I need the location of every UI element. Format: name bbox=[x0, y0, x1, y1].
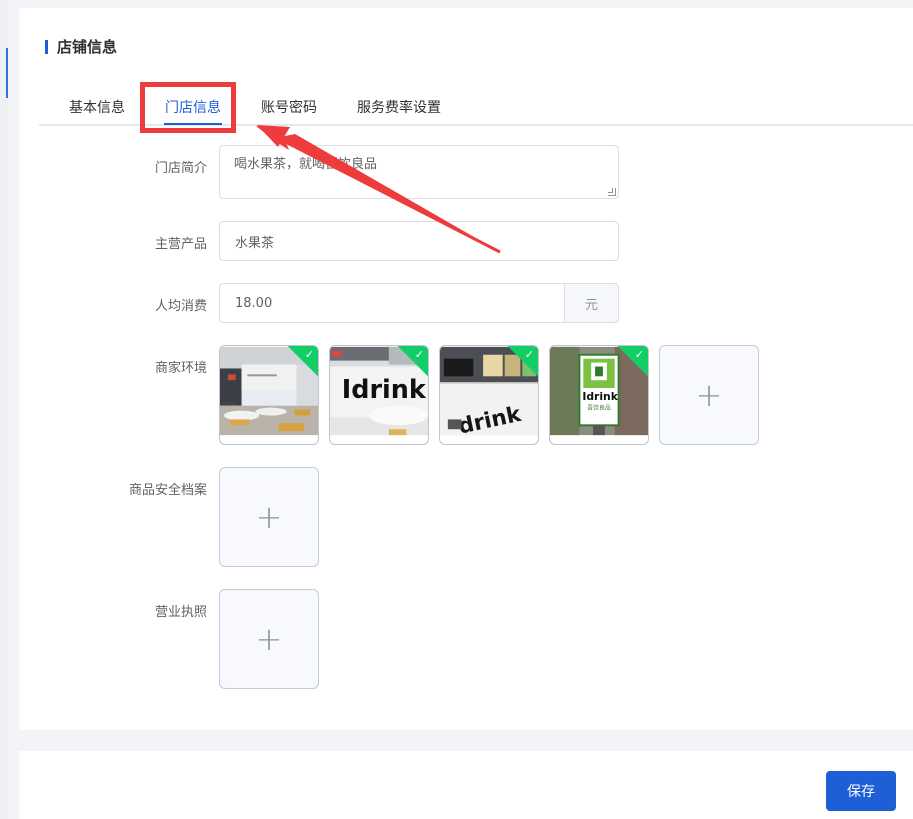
image-caption-3: Idrink bbox=[582, 390, 618, 403]
save-button[interactable]: 保存 bbox=[826, 771, 896, 811]
business-license-upload-button[interactable]: + bbox=[219, 589, 319, 689]
resize-grip-icon[interactable] bbox=[608, 188, 616, 196]
intro-textarea[interactable]: 喝水果茶，就喝吾饮良品 bbox=[219, 145, 619, 199]
section-title: 店铺信息 bbox=[45, 36, 117, 57]
footer-bar: 保存 bbox=[19, 751, 913, 819]
environment-label: 商家环境 bbox=[154, 361, 207, 376]
check-icon: ✓ bbox=[524, 348, 534, 361]
section-title-text: 店铺信息 bbox=[57, 38, 118, 56]
title-accent-bar bbox=[45, 39, 48, 54]
check-icon: ✓ bbox=[414, 348, 424, 361]
avg-spend-input-group: 18.00 元 bbox=[219, 283, 619, 323]
check-icon: ✓ bbox=[634, 348, 644, 361]
environment-photo-2[interactable]: Idrink ✓ bbox=[329, 345, 429, 445]
tab-service-fee-settings[interactable]: 服务费率设置 bbox=[357, 97, 441, 117]
tab-account-password[interactable]: 账号密码 bbox=[261, 97, 317, 117]
plus-icon: + bbox=[255, 498, 283, 536]
plus-icon: + bbox=[255, 620, 283, 658]
product-label: 主营产品 bbox=[154, 237, 207, 252]
left-rail bbox=[0, 0, 8, 819]
image-caption-1: Idrink bbox=[342, 375, 427, 405]
product-value: 水果茶 bbox=[235, 235, 275, 251]
avg-spend-value: 18.00 bbox=[235, 295, 273, 311]
product-input[interactable]: 水果茶 bbox=[219, 221, 619, 261]
business-license-label: 营业执照 bbox=[154, 605, 207, 620]
image-caption-4: 吾饮良品 bbox=[587, 404, 611, 412]
check-icon: ✓ bbox=[304, 348, 314, 361]
environment-upload-button[interactable]: + bbox=[659, 345, 759, 445]
plus-icon: + bbox=[695, 376, 723, 414]
safety-record-label: 商品安全档案 bbox=[128, 483, 207, 498]
currency-unit: 元 bbox=[564, 283, 619, 323]
environment-photo-3[interactable]: drink ✓ bbox=[439, 345, 539, 445]
intro-value: 喝水果茶，就喝吾饮良品 bbox=[234, 157, 378, 172]
environment-photo-1[interactable]: ✓ bbox=[219, 345, 319, 445]
safety-record-upload-button[interactable]: + bbox=[219, 467, 319, 567]
tab-basic-info[interactable]: 基本信息 bbox=[69, 97, 125, 117]
annotation-highlight-box bbox=[140, 82, 236, 133]
environment-photo-4[interactable]: Idrink 吾饮良品 ✓ bbox=[549, 345, 649, 445]
avg-spend-input[interactable]: 18.00 bbox=[219, 283, 564, 323]
nav-indicator bbox=[6, 48, 8, 98]
intro-label: 门店简介 bbox=[154, 161, 207, 176]
avg-spend-label: 人均消费 bbox=[154, 299, 207, 314]
